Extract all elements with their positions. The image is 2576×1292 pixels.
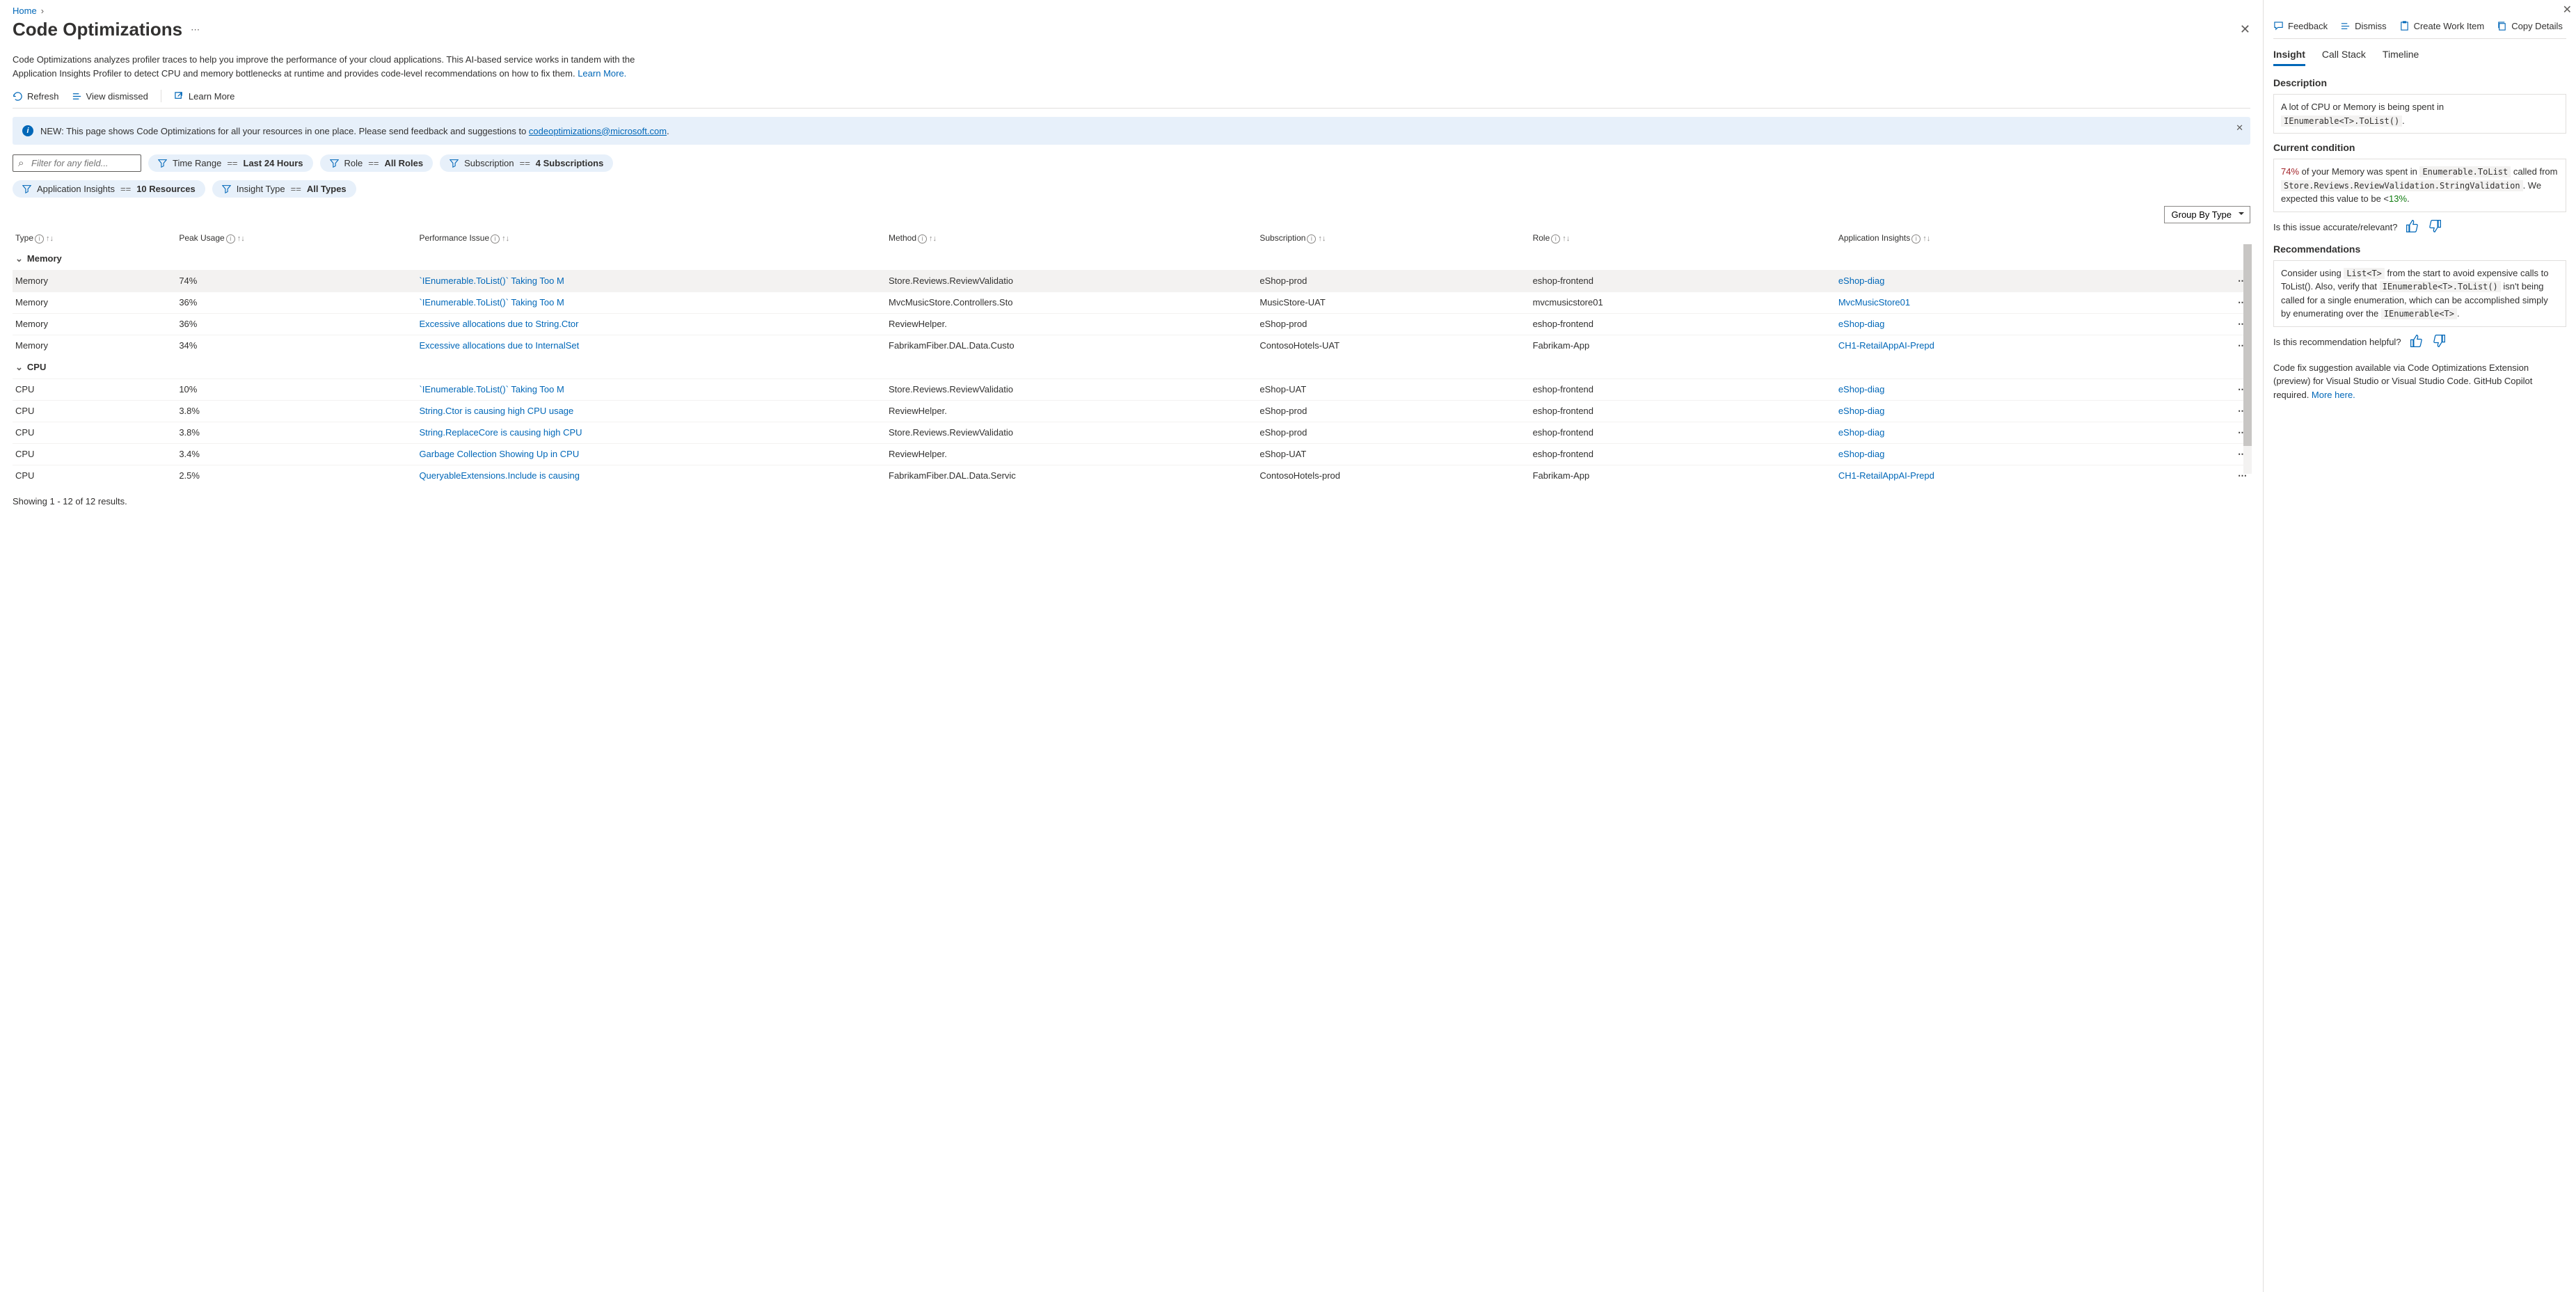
table-row[interactable]: Memory74%`IEnumerable.ToList()` Taking T… [13, 270, 2250, 292]
create-work-item-button[interactable]: Create Work Item [2399, 21, 2485, 31]
row-more-icon[interactable]: ⋯ [2185, 335, 2250, 356]
table-row[interactable]: CPU10%`IEnumerable.ToList()` Taking Too … [13, 378, 2250, 400]
thumbs-down-icon[interactable] [2428, 219, 2442, 235]
col-app-insights[interactable]: Application Insightsi↑↓ [1836, 229, 2185, 248]
results-count: Showing 1 - 12 of 12 results. [13, 496, 2250, 507]
col-role[interactable]: Rolei↑↓ [1530, 229, 1836, 248]
table-row[interactable]: Memory36%`IEnumerable.ToList()` Taking T… [13, 292, 2250, 313]
condition-heading: Current condition [2273, 142, 2566, 153]
filter-input-wrapper [13, 154, 141, 172]
row-more-icon[interactable]: ⋯ [2185, 465, 2250, 486]
row-more-icon[interactable]: ⋯ [2185, 270, 2250, 292]
row-more-icon[interactable]: ⋯ [2185, 292, 2250, 313]
filter-time-range[interactable]: Time Range==Last 24 Hours [148, 154, 313, 172]
table-row[interactable]: CPU3.8%String.Ctor is causing high CPU u… [13, 400, 2250, 422]
filter-subscription[interactable]: Subscription==4 Subscriptions [440, 154, 613, 172]
group-by-select[interactable]: Group By Type [2164, 206, 2250, 223]
col-subscription[interactable]: Subscriptioni↑↓ [1257, 229, 1529, 248]
thumbs-up-icon[interactable] [2410, 334, 2424, 350]
info-banner: i NEW: This page shows Code Optimization… [13, 117, 2250, 145]
group-header[interactable]: ⌄CPU [13, 356, 2250, 379]
tab-call-stack[interactable]: Call Stack [2322, 49, 2366, 66]
row-more-icon[interactable]: ⋯ [2185, 378, 2250, 400]
filter-role[interactable]: Role==All Roles [320, 154, 434, 172]
feedback-button[interactable]: Feedback [2273, 21, 2328, 31]
row-more-icon[interactable]: ⋯ [2185, 400, 2250, 422]
detail-panel: ✕ Feedback Dismiss Create Work Item Copy… [2263, 0, 2576, 1292]
dismiss-button[interactable]: Dismiss [2340, 21, 2387, 31]
col-type[interactable]: Typei↑↓ [13, 229, 176, 248]
banner-close-icon[interactable]: ✕ [2236, 122, 2243, 134]
filter-input[interactable] [31, 158, 135, 168]
breadcrumb: Home › [13, 6, 2250, 16]
tab-timeline[interactable]: Timeline [2383, 49, 2419, 66]
more-actions-button[interactable]: ⋯ [191, 24, 200, 35]
page-title: Code Optimizations [13, 19, 182, 40]
helpful-prompt: Is this recommendation helpful? [2273, 334, 2566, 350]
accuracy-prompt: Is this issue accurate/relevant? [2273, 219, 2566, 235]
description-box: A lot of CPU or Memory is being spent in… [2273, 94, 2566, 134]
thumbs-up-icon[interactable] [2406, 219, 2419, 235]
row-more-icon[interactable]: ⋯ [2185, 443, 2250, 465]
table-row[interactable]: CPU3.4%Garbage Collection Showing Up in … [13, 443, 2250, 465]
scrollbar[interactable] [2243, 244, 2252, 474]
col-peak[interactable]: Peak Usagei↑↓ [176, 229, 416, 248]
table-row[interactable]: CPU2.5%QueryableExtensions.Include is ca… [13, 465, 2250, 486]
more-here-link[interactable]: More here. [2312, 390, 2355, 400]
description-heading: Description [2273, 77, 2566, 88]
view-dismissed-button[interactable]: View dismissed [72, 91, 148, 102]
breadcrumb-home[interactable]: Home [13, 6, 37, 16]
col-issue[interactable]: Performance Issuei↑↓ [416, 229, 886, 248]
table-row[interactable]: CPU3.8%String.ReplaceCore is causing hig… [13, 422, 2250, 443]
col-method[interactable]: Methodi↑↓ [886, 229, 1257, 248]
banner-text: NEW: This page shows Code Optimizations … [40, 126, 669, 136]
row-more-icon[interactable]: ⋯ [2185, 313, 2250, 335]
panel-close-icon[interactable]: ✕ [2563, 3, 2572, 17]
table-row[interactable]: Memory36%Excessive allocations due to St… [13, 313, 2250, 335]
toolbar: Refresh View dismissed Learn More [13, 90, 2250, 109]
insights-table: Typei↑↓ Peak Usagei↑↓ Performance Issuei… [13, 229, 2250, 486]
chevron-right-icon: › [41, 6, 44, 16]
recommendations-box: Consider using List<T> from the start to… [2273, 260, 2566, 327]
feedback-email-link[interactable]: codeoptimizations@microsoft.com [529, 126, 667, 136]
row-more-icon[interactable]: ⋯ [2185, 422, 2250, 443]
chevron-down-icon: ⌄ [15, 253, 23, 264]
condition-box: 74% of your Memory was spent in Enumerab… [2273, 159, 2566, 212]
group-header[interactable]: ⌄Memory [13, 248, 2250, 271]
chevron-down-icon: ⌄ [15, 362, 23, 373]
page-description: Code Optimizations analyzes profiler tra… [13, 53, 653, 80]
footer-note: Code fix suggestion available via Code O… [2273, 361, 2566, 402]
thumbs-down-icon[interactable] [2432, 334, 2446, 350]
refresh-button[interactable]: Refresh [13, 91, 59, 102]
recommendations-heading: Recommendations [2273, 244, 2566, 255]
copy-details-button[interactable]: Copy Details [2497, 21, 2563, 31]
close-icon[interactable]: ✕ [2240, 22, 2250, 37]
tab-insight[interactable]: Insight [2273, 49, 2305, 66]
learn-more-link[interactable]: Learn More. [578, 68, 626, 79]
learn-more-button[interactable]: Learn More [174, 91, 234, 102]
filter-app-insights[interactable]: Application Insights==10 Resources [13, 180, 205, 198]
filter-insight-type[interactable]: Insight Type==All Types [212, 180, 356, 198]
info-icon: i [22, 125, 33, 136]
table-row[interactable]: Memory34%Excessive allocations due to In… [13, 335, 2250, 356]
